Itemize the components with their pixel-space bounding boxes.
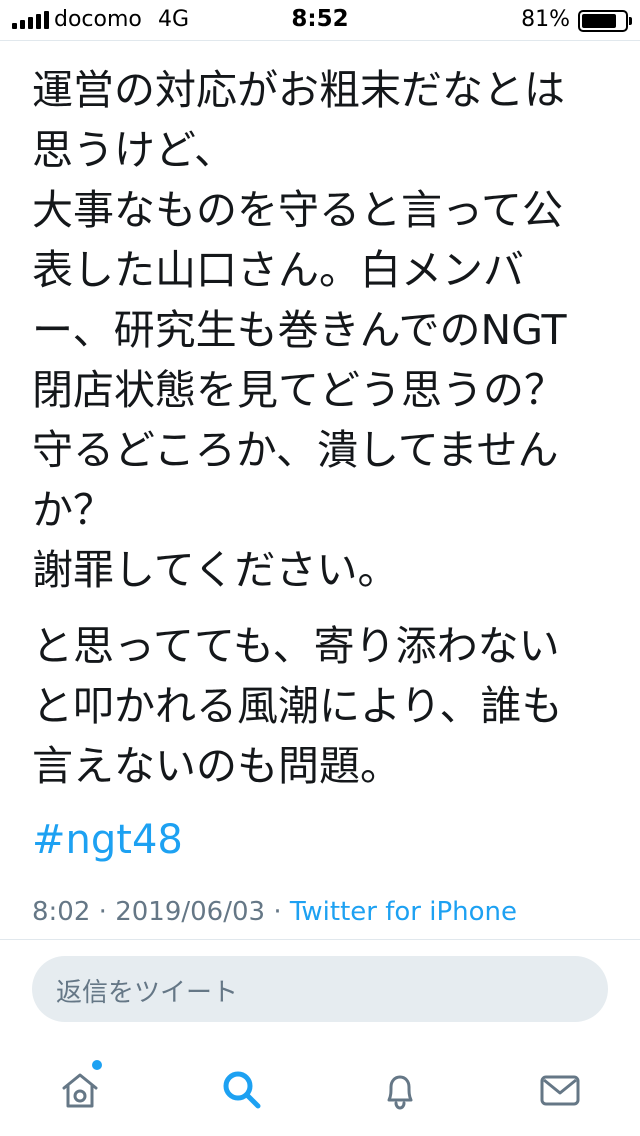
tweet-line: と思ってても、寄り添わない [32,622,560,670]
meta-separator: · [273,897,282,927]
tweet-body: 運営の対応がお粗末だなとは 思うけど、 大事なものを守ると言って公 表した山口さ… [32,60,592,870]
status-divider [0,40,640,41]
tab-notifications[interactable] [372,1062,428,1118]
tweet-paragraph-1: 運営の対応がお粗末だなとは 思うけど、 大事なものを守ると言って公 表した山口さ… [32,60,592,600]
tweet-source-link[interactable]: Twitter for iPhone [290,897,517,927]
status-bar: docomo 4G 8:52 81% [0,0,640,40]
home-icon [62,1073,98,1108]
tweet-line: 表した山口さん。白メンバ [32,246,524,294]
tweet-line: 言えないのも問題。 [32,742,401,790]
tweet-line: 思うけど、 [32,126,235,174]
tweet-line: と叩かれる風潮により、誰も [32,682,563,730]
tweet-line: 謝罪してください。 [32,546,399,594]
home-notification-dot [92,1060,102,1070]
tweet-line: か？ [32,486,114,534]
meta-divider [0,939,640,940]
tweet-meta: 8:02 · 2019/06/03 · Twitter for iPhone [32,897,517,927]
tweet-line: 守るどころか、潰してません [32,426,559,474]
tweet-line: 閉店状態を見てどう思うの？ [32,366,565,414]
tweet-date: 2019/06/03 [115,897,266,927]
tab-bar [0,1040,640,1136]
hashtag-link[interactable]: #ngt48 [32,810,183,870]
battery-percent: 81% [521,7,570,32]
mail-icon [540,1075,580,1106]
bell-icon [387,1075,413,1110]
battery-nub [629,17,632,25]
tweet-paragraph-2: と思ってても、寄り添わない と叩かれる風潮により、誰も 言えないのも問題。 [32,616,592,796]
tweet-line: 運営の対応がお粗末だなとは [32,66,565,114]
tweet-line: 大事なものを守ると言って公 [32,186,563,234]
tab-home[interactable] [52,1060,108,1118]
battery-fill [582,14,616,28]
reply-input[interactable]: 返信をツイート [32,956,608,1022]
battery-icon [578,10,632,32]
tab-search[interactable] [214,1062,270,1118]
reply-placeholder: 返信をツイート [56,978,239,1008]
tab-messages[interactable] [532,1062,588,1118]
tweet-line: ー、研究生も巻きんでのNGT [32,306,567,354]
search-icon [223,1071,261,1109]
meta-separator: · [98,897,107,927]
tweet-time: 8:02 [32,897,91,927]
